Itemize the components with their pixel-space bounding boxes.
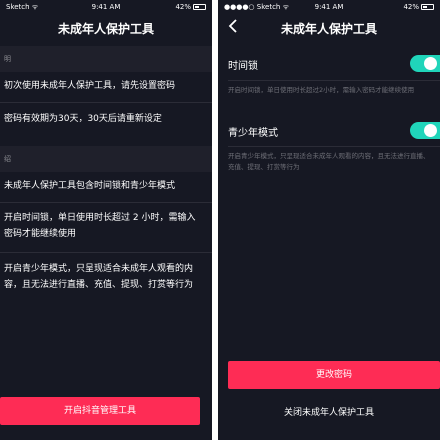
battery-indicator: 42% xyxy=(175,3,206,11)
close-tool-link[interactable]: 关闭未成年人保护工具 xyxy=(218,405,440,418)
section-header-intro: 绍 xyxy=(0,146,212,172)
enable-tool-button[interactable]: 开启抖音管理工具 xyxy=(0,397,200,425)
page-title: 未成年人保护工具 xyxy=(57,22,154,36)
toggle-knob xyxy=(424,124,437,137)
status-bar: ●●●●○ Sketch ᯤ 9:41 AM 42% xyxy=(218,0,440,14)
teen-mode-toggle[interactable] xyxy=(410,122,440,139)
section-header-instructions: 明 xyxy=(0,46,212,72)
status-bar: Sketch ᯤ 9:41 AM 42% xyxy=(0,0,212,14)
divider xyxy=(0,252,212,253)
divider xyxy=(0,202,212,203)
time-lock-description: 开启时间锁，单日使用时长超过2小时，需输入密码才能继续使用 xyxy=(228,86,415,94)
info-line-password-validity: 密码有效期为30天，30天后请重新设定 xyxy=(4,114,162,124)
right-phone-screen: ●●●●○ Sketch ᯤ 9:41 AM 42% 未成年人保护工具 时间锁 … xyxy=(218,0,440,440)
change-password-button[interactable]: 更改密码 xyxy=(228,361,440,389)
page-title: 未成年人保护工具 xyxy=(280,22,377,36)
battery-percent: 42% xyxy=(175,3,191,11)
divider xyxy=(228,80,440,81)
info-line-time-lock: 开启时间锁，单日使用时长超过 2 小时，需输入密码才能继续使用 xyxy=(4,213,196,239)
time-lock-toggle[interactable] xyxy=(410,55,440,72)
toggle-knob xyxy=(424,57,437,70)
info-line-tool-contents: 未成年人保护工具包含时间锁和青少年模式 xyxy=(4,181,176,191)
teen-mode-label: 青少年模式 xyxy=(228,128,278,139)
info-line-set-password: 初次使用未成年人保护工具，请先设置密码 xyxy=(4,81,176,91)
time-lock-label: 时间锁 xyxy=(228,61,258,72)
left-phone-screen: Sketch ᯤ 9:41 AM 42% 未成年人保护工具 明 初次使用未成年人… xyxy=(0,0,212,440)
battery-icon xyxy=(193,4,206,10)
battery-indicator: 42% xyxy=(403,3,434,11)
battery-icon xyxy=(421,4,434,10)
teen-mode-description: 开启青少年模式，只呈现适合未成年人观看的内容，且无法进行直播、充值、提现、打赏等… xyxy=(228,152,430,171)
divider xyxy=(228,146,440,147)
info-line-teen-mode: 开启青少年模式，只呈现适合未成年人观看的内容，且无法进行直播、充值、提现、打赏等… xyxy=(4,264,194,290)
battery-percent: 42% xyxy=(403,3,419,11)
divider xyxy=(0,102,212,103)
